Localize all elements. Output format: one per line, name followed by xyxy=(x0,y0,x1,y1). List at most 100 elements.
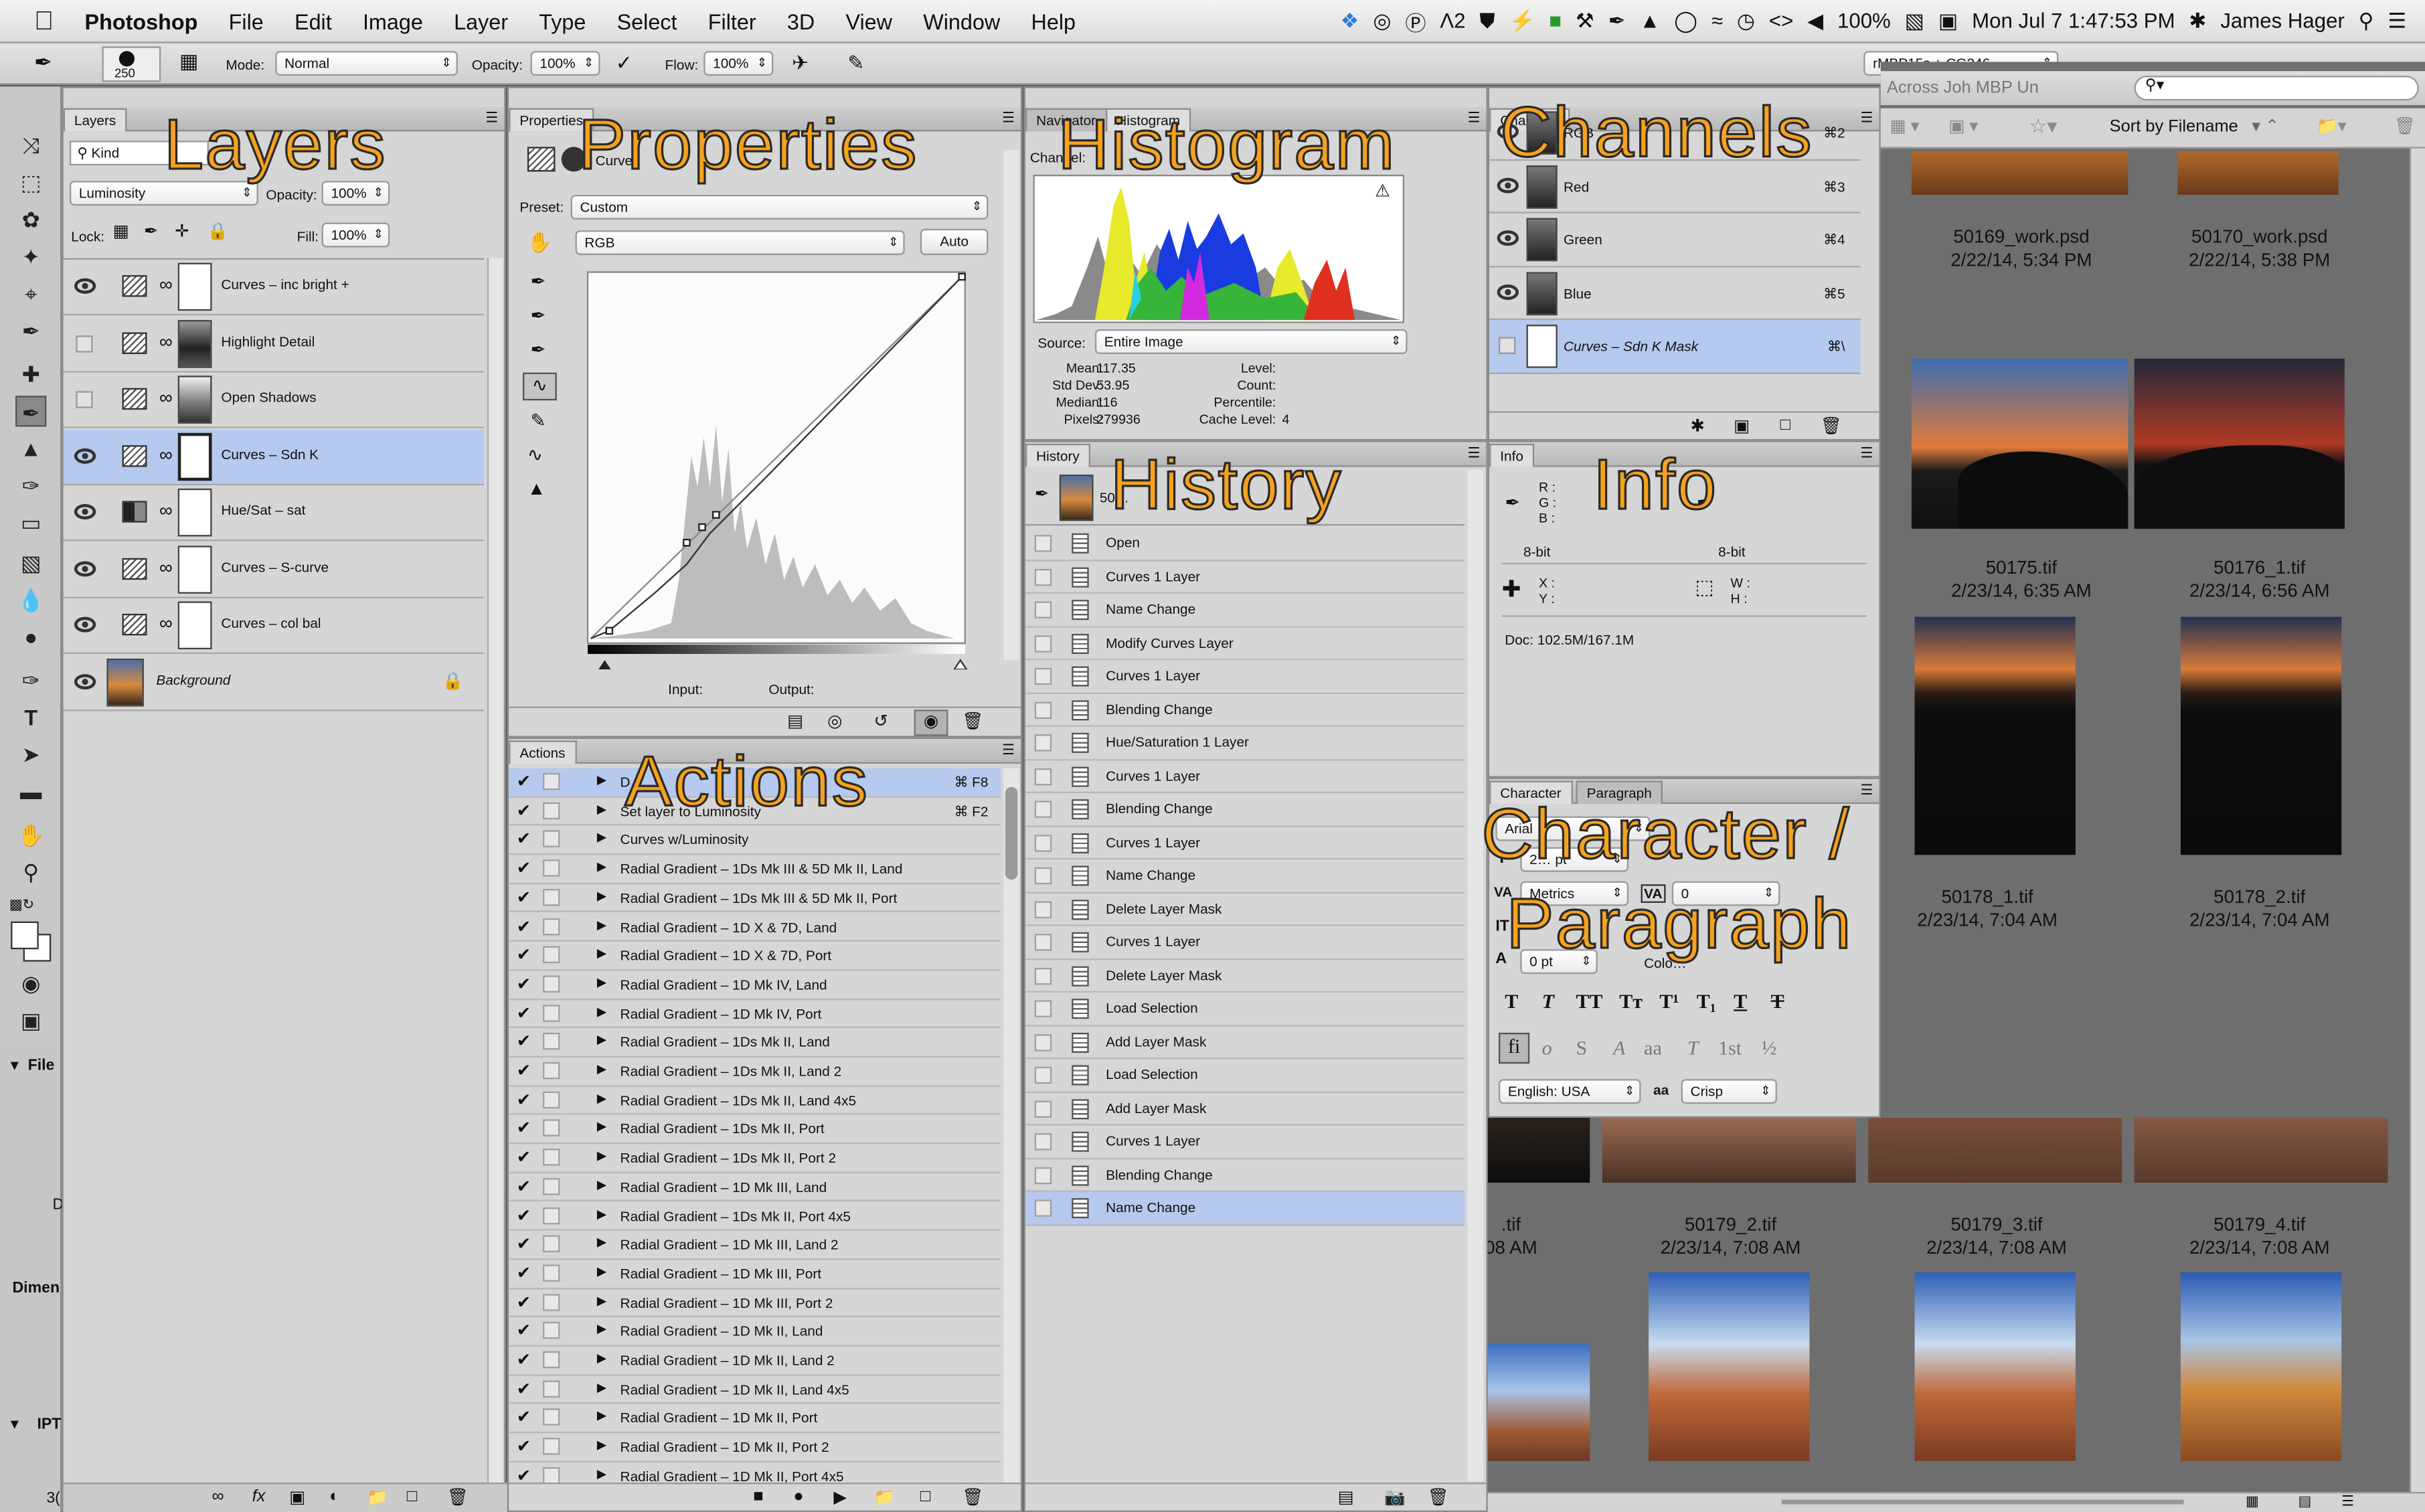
action-row[interactable]: ✔ ▶ Radial Gradient – 1D Mk III, Port xyxy=(509,1260,1001,1289)
quick-mask-icon[interactable]: ◉ xyxy=(15,968,46,999)
opacity-field[interactable]: 100% xyxy=(530,51,600,76)
delete-layer-icon[interactable]: 🗑 xyxy=(447,1487,469,1507)
check-icon[interactable]: ✔ xyxy=(517,1263,531,1283)
delete-state-icon[interactable]: 🗑 xyxy=(1428,1487,1449,1507)
brush-tool-icon[interactable]: ✒ xyxy=(34,50,52,76)
dialog-toggle[interactable] xyxy=(543,1264,560,1282)
old-style-icon[interactable]: o xyxy=(1542,1036,1552,1061)
action-row[interactable]: ✔ ▶ Radial Gradient – 1D X & 7D, Port xyxy=(509,942,1001,971)
dialog-toggle[interactable] xyxy=(543,1004,560,1021)
record-icon[interactable]: ● xyxy=(793,1487,803,1506)
delete-icon[interactable]: 🗑 xyxy=(2394,116,2416,137)
action-row[interactable]: ✔ ▶ Radial Gradient – 1D Mk II, Land 4x5 xyxy=(509,1375,1001,1405)
expand-triangle-icon[interactable]: ▶ xyxy=(597,1293,606,1307)
action-row[interactable]: ✔ ▶ Radial Gradient – 1D Mk II, Port 2 xyxy=(509,1433,1001,1462)
dialog-toggle[interactable] xyxy=(543,975,560,993)
dialog-toggle[interactable] xyxy=(543,1379,560,1398)
visibility-off-box[interactable] xyxy=(1498,337,1516,354)
menu-image[interactable]: Image xyxy=(347,9,438,33)
spotlight-icon[interactable]: ⚲ xyxy=(2359,9,2374,33)
brush-panel-icon[interactable]: ▦ xyxy=(179,50,198,74)
check-icon[interactable]: ✔ xyxy=(517,1205,531,1226)
tab-info[interactable]: Info xyxy=(1489,443,1535,467)
thumb-50169-image[interactable] xyxy=(1911,151,2128,195)
action-row[interactable]: ✔ ▶ Radial Gradient – 1D Mk II, Port 4x5 xyxy=(509,1462,1001,1483)
history-brush-source[interactable] xyxy=(1034,701,1052,718)
history-brush-source[interactable] xyxy=(1034,535,1052,552)
menu-edit[interactable]: Edit xyxy=(279,9,347,33)
history-state[interactable]: Modify Curves Layer xyxy=(1025,627,1465,661)
thumb-partial-dark-image[interactable] xyxy=(1487,1117,1590,1183)
thumb-50178-1-image[interactable] xyxy=(1914,616,2076,855)
dialog-toggle[interactable] xyxy=(543,1149,560,1166)
default-colors-icon[interactable]: ▩↻ xyxy=(9,897,34,914)
history-brush-source[interactable] xyxy=(1034,1033,1052,1051)
menu-3d[interactable]: 3D xyxy=(772,9,831,33)
check-icon[interactable]: ✔ xyxy=(517,974,531,994)
expand-triangle-icon[interactable]: ▶ xyxy=(597,1236,606,1250)
action-row[interactable]: ✔ ▶ Radial Gradient – 1Ds Mk II, Port 2 xyxy=(509,1144,1001,1173)
history-state[interactable]: Curves 1 Layer xyxy=(1025,926,1465,960)
thumb-50179-3b-image[interactable] xyxy=(1914,1272,2076,1461)
open-recent-icon[interactable]: 📁▾ xyxy=(2317,116,2346,137)
ornaments-icon[interactable]: T xyxy=(1687,1036,1699,1061)
filter-icon[interactable]: ▦ ▾ xyxy=(1890,116,1920,137)
link-icon[interactable]: ∞ xyxy=(159,499,173,521)
history-state[interactable]: Add Layer Mask xyxy=(1025,1092,1465,1126)
stylistic-alt-icon[interactable]: A xyxy=(1613,1036,1625,1061)
layer-mask-thumb[interactable] xyxy=(177,488,212,537)
visibility-eye-icon[interactable] xyxy=(74,278,96,294)
load-selection-icon[interactable]: ✱ xyxy=(1690,416,1704,436)
new-set-icon[interactable]: 📁 xyxy=(873,1487,895,1507)
code-icon[interactable]: <> xyxy=(1769,9,1793,33)
background-thumb[interactable] xyxy=(106,657,144,706)
dropbox-icon[interactable]: ❖ xyxy=(1341,9,1359,33)
list-view-icon[interactable]: ☰ xyxy=(2341,1493,2354,1510)
warning-icon[interactable]: ▲ xyxy=(1640,9,1661,33)
expand-triangle-icon[interactable]: ▶ xyxy=(597,1467,606,1481)
pen-tool-icon[interactable]: ✑ xyxy=(15,665,46,695)
expand-triangle-icon[interactable]: ▶ xyxy=(597,1323,606,1337)
expand-triangle-icon[interactable]: ▶ xyxy=(597,1033,606,1047)
thumb-50176-image[interactable] xyxy=(2134,358,2345,529)
check-icon[interactable]: ✔ xyxy=(517,1118,531,1139)
history-state[interactable]: Blending Change xyxy=(1025,793,1465,827)
grid-view-icon[interactable]: ▦ xyxy=(2246,1493,2259,1510)
action-row[interactable]: ✔ ▶ Radial Gradient – 1D Mk III, Land xyxy=(509,1173,1001,1202)
clock[interactable]: Mon Jul 7 1:47:53 PM xyxy=(1972,9,2175,33)
history-scrollbar[interactable] xyxy=(1467,470,1483,1481)
snapshot-camera-icon[interactable]: 📷 xyxy=(1384,1487,1406,1507)
healing-tool-icon[interactable]: ✚ xyxy=(15,359,46,390)
expand-triangle-icon[interactable]: ▶ xyxy=(597,1004,606,1018)
expand-triangle-icon[interactable]: ▶ xyxy=(597,1351,606,1365)
path-select-tool-icon[interactable]: ➤ xyxy=(15,739,46,770)
visibility-eye-icon[interactable] xyxy=(1497,230,1519,246)
visibility-off-box[interactable] xyxy=(76,335,93,352)
layer-name[interactable]: Background xyxy=(156,672,230,687)
fill-field[interactable]: 100% xyxy=(321,222,390,248)
menu-window[interactable]: Window xyxy=(908,9,1015,33)
strikethrough-icon[interactable]: T xyxy=(1771,989,1784,1014)
gradient-tool-icon[interactable]: ▧ xyxy=(15,548,46,578)
action-row[interactable]: ✔ ▶ Radial Gradient – 1D Mk IV, Land xyxy=(509,971,1001,1000)
eraser-tool-icon[interactable]: ▭ xyxy=(15,507,46,538)
blur-tool-icon[interactable]: 💧 xyxy=(15,584,46,615)
actions-scrollbar[interactable] xyxy=(1003,768,1019,1483)
action-row[interactable]: ✔ ▶ Radial Gradient – 1Ds Mk II, Land 4x5 xyxy=(509,1086,1001,1116)
pencil-draw-icon[interactable]: ✎ xyxy=(531,410,546,431)
action-row[interactable]: ✔ ▶ Radial Gradient – 1D Mk II, Land xyxy=(509,1318,1001,1347)
thumbnail-size-slider[interactable] xyxy=(1781,1499,2184,1505)
action-row[interactable]: ✔ ▶ Radial Gradient – 1Ds Mk III & 5D Mk I… xyxy=(509,884,1001,913)
white-point-eyedropper-icon[interactable]: ✒ xyxy=(531,339,546,360)
clipping-warning-icon[interactable]: ▲ xyxy=(527,478,546,499)
notifications-icon[interactable]: ☰ xyxy=(2388,9,2406,33)
check-icon[interactable]: ✔ xyxy=(517,1061,531,1081)
check-icon[interactable]: ✔ xyxy=(517,945,531,965)
panel-menu-icon[interactable]: ☰ xyxy=(1860,445,1873,462)
adobe-icon[interactable]: Λ2 xyxy=(1440,9,1465,33)
black-point-eyedropper-icon[interactable]: ✒ xyxy=(531,270,546,292)
bridge-scrollbar[interactable] xyxy=(2409,148,2425,1494)
expand-triangle-icon[interactable]: ▶ xyxy=(597,1178,606,1192)
action-row[interactable]: ✔ ▶ Radial Gradient – 1D Mk III, Port 2 xyxy=(509,1288,1001,1318)
menu-layer[interactable]: Layer xyxy=(438,9,523,33)
